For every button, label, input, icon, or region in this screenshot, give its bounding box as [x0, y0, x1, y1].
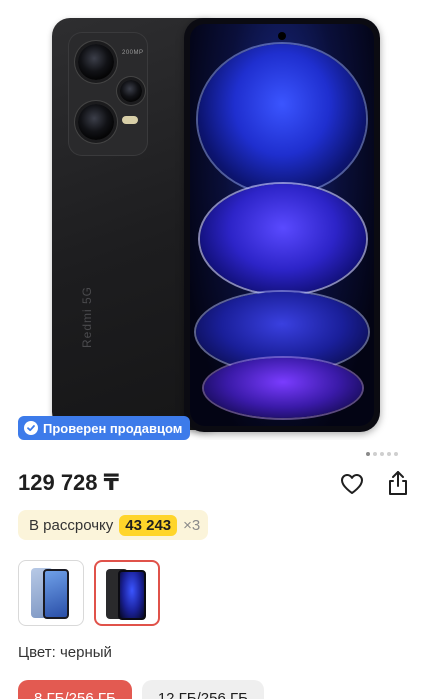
- front-camera: [278, 32, 286, 40]
- secondary-lens: [120, 80, 142, 102]
- verified-label: Проверен продавцом: [43, 420, 183, 436]
- memory-selector: 8 ГБ/256 ГБ 12 ГБ/256 ГБ: [18, 680, 264, 699]
- thumbnail-phone-front: [118, 570, 146, 620]
- color-selector: [18, 560, 160, 626]
- wallpaper-orb: [204, 358, 362, 418]
- color-option-blue[interactable]: [18, 560, 84, 626]
- check-circle-icon: [24, 421, 38, 435]
- phone-front-image: [184, 18, 380, 432]
- share-icon[interactable]: [385, 469, 411, 497]
- phone-screen: [190, 24, 374, 426]
- installment-offer[interactable]: В рассрочку 43 243 ×3: [18, 510, 209, 540]
- brand-mark: Redmi 5G: [80, 285, 94, 348]
- gallery-pager: [366, 452, 398, 456]
- pager-dot: [387, 452, 391, 456]
- product-price: 129 728 ₸: [18, 470, 119, 495]
- installment-months: ×3: [183, 516, 201, 534]
- camera-mark: 200MP: [122, 50, 144, 56]
- memory-option-8-256[interactable]: 8 ГБ/256 ГБ: [18, 680, 132, 699]
- pager-dot: [380, 452, 384, 456]
- installment-label: В рассрочку: [29, 516, 114, 534]
- verified-seller-badge: Проверен продавцом: [18, 416, 191, 440]
- tertiary-lens: [78, 104, 114, 140]
- heart-icon[interactable]: [339, 471, 365, 497]
- pager-dot: [373, 452, 377, 456]
- pager-dot: [394, 452, 398, 456]
- wallpaper-orb: [200, 184, 366, 294]
- thumbnail-phone-front: [43, 569, 69, 619]
- camera-module: 200MP: [68, 32, 148, 156]
- wallpaper-orb: [198, 44, 366, 194]
- pager-dot: [366, 452, 370, 456]
- selected-color-label: Цвет: черный: [18, 644, 112, 661]
- main-lens: [78, 44, 114, 80]
- camera-flash: [122, 116, 138, 124]
- product-page: 200MP Redmi 5G Проверен продавцом 129 72…: [0, 0, 430, 699]
- color-option-black[interactable]: [94, 560, 160, 626]
- product-image-gallery[interactable]: 200MP Redmi 5G: [0, 0, 430, 440]
- installment-amount: 43 243: [119, 514, 178, 536]
- memory-option-12-256[interactable]: 12 ГБ/256 ГБ: [141, 680, 264, 699]
